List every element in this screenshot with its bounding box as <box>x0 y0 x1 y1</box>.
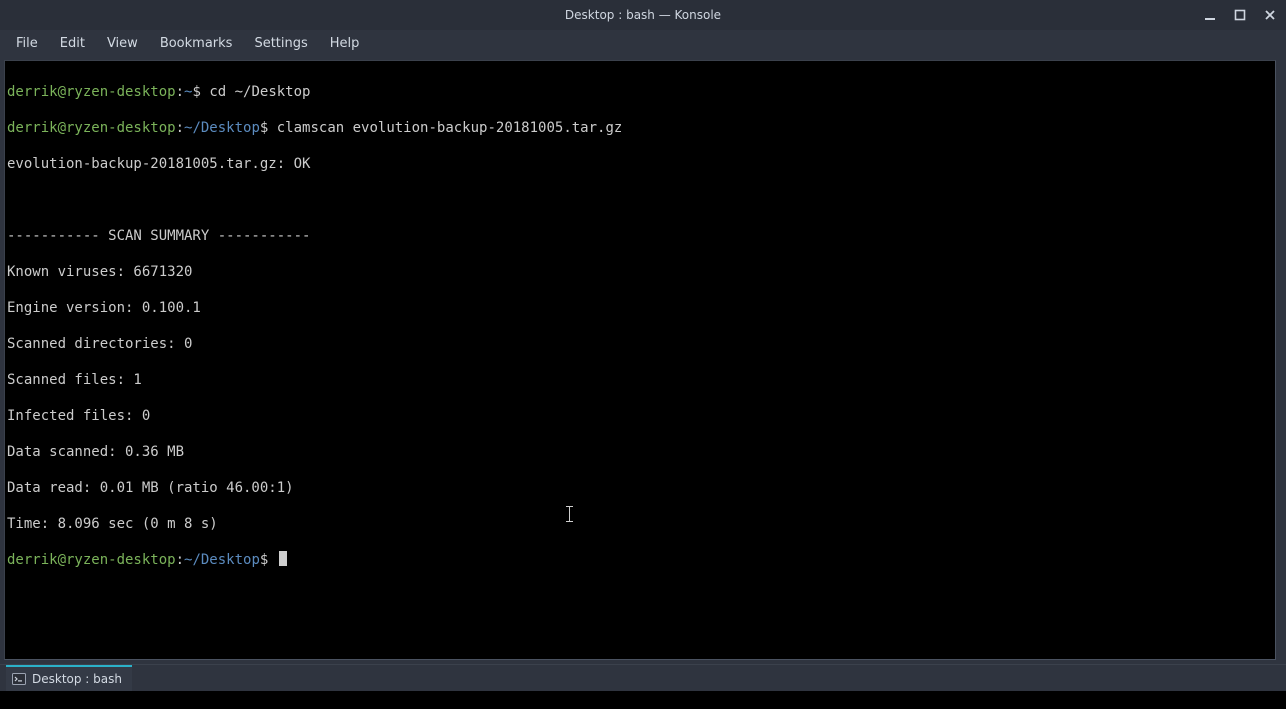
terminal-line: Data scanned: 0.36 MB <box>7 443 1273 461</box>
menu-edit[interactable]: Edit <box>50 33 95 54</box>
terminal-line: ----------- SCAN SUMMARY ----------- <box>7 227 1273 245</box>
terminal-line: Time: 8.096 sec (0 m 8 s) <box>7 515 1273 533</box>
menu-file[interactable]: File <box>6 33 48 54</box>
cursor-icon <box>279 551 287 566</box>
command-text: cd ~/Desktop <box>209 84 310 100</box>
menu-view[interactable]: View <box>97 33 148 54</box>
prompt-path: ~/Desktop <box>184 120 260 136</box>
prompt-user-host: derrik@ryzen-desktop <box>7 120 176 136</box>
konsole-window: Desktop : bash — Konsole File Edit View … <box>0 0 1286 691</box>
close-button[interactable] <box>1260 5 1280 25</box>
tab-bar: Desktop : bash <box>0 664 1286 691</box>
terminal-icon <box>12 672 26 686</box>
terminal-line: derrik@ryzen-desktop:~/Desktop$ <box>7 551 1273 569</box>
terminal[interactable]: derrik@ryzen-desktop:~$ cd ~/Desktop der… <box>4 60 1276 660</box>
terminal-line: Infected files: 0 <box>7 407 1273 425</box>
terminal-line: evolution-backup-20181005.tar.gz: OK <box>7 155 1273 173</box>
prompt-symbol: $ <box>260 552 268 568</box>
terminal-line: Scanned directories: 0 <box>7 335 1273 353</box>
minimize-button[interactable] <box>1200 5 1220 25</box>
terminal-container: derrik@ryzen-desktop:~$ cd ~/Desktop der… <box>0 56 1286 664</box>
prompt-path: ~/Desktop <box>184 552 260 568</box>
terminal-line <box>7 191 1273 209</box>
tab-desktop-bash[interactable]: Desktop : bash <box>6 665 132 691</box>
prompt-separator: : <box>176 84 184 100</box>
prompt-user-host: derrik@ryzen-desktop <box>7 84 176 100</box>
menu-bookmarks[interactable]: Bookmarks <box>150 33 243 54</box>
terminal-line: derrik@ryzen-desktop:~/Desktop$ clamscan… <box>7 119 1273 137</box>
tab-label: Desktop : bash <box>32 672 122 686</box>
terminal-line: Data read: 0.01 MB (ratio 46.00:1) <box>7 479 1273 497</box>
prompt-symbol: $ <box>260 120 268 136</box>
window-title: Desktop : bash — Konsole <box>565 8 721 22</box>
maximize-button[interactable] <box>1230 5 1250 25</box>
menu-settings[interactable]: Settings <box>244 33 317 54</box>
prompt-separator: : <box>176 552 184 568</box>
title-bar[interactable]: Desktop : bash — Konsole <box>0 0 1286 30</box>
prompt-symbol: $ <box>192 84 200 100</box>
terminal-line: Known viruses: 6671320 <box>7 263 1273 281</box>
command-text: clamscan evolution-backup-20181005.tar.g… <box>277 120 623 136</box>
terminal-line: Engine version: 0.100.1 <box>7 299 1273 317</box>
window-controls <box>1200 0 1280 30</box>
menu-bar: File Edit View Bookmarks Settings Help <box>0 30 1286 56</box>
terminal-line: derrik@ryzen-desktop:~$ cd ~/Desktop <box>7 83 1273 101</box>
menu-help[interactable]: Help <box>320 33 370 54</box>
prompt-user-host: derrik@ryzen-desktop <box>7 552 176 568</box>
terminal-line: Scanned files: 1 <box>7 371 1273 389</box>
prompt-separator: : <box>176 120 184 136</box>
